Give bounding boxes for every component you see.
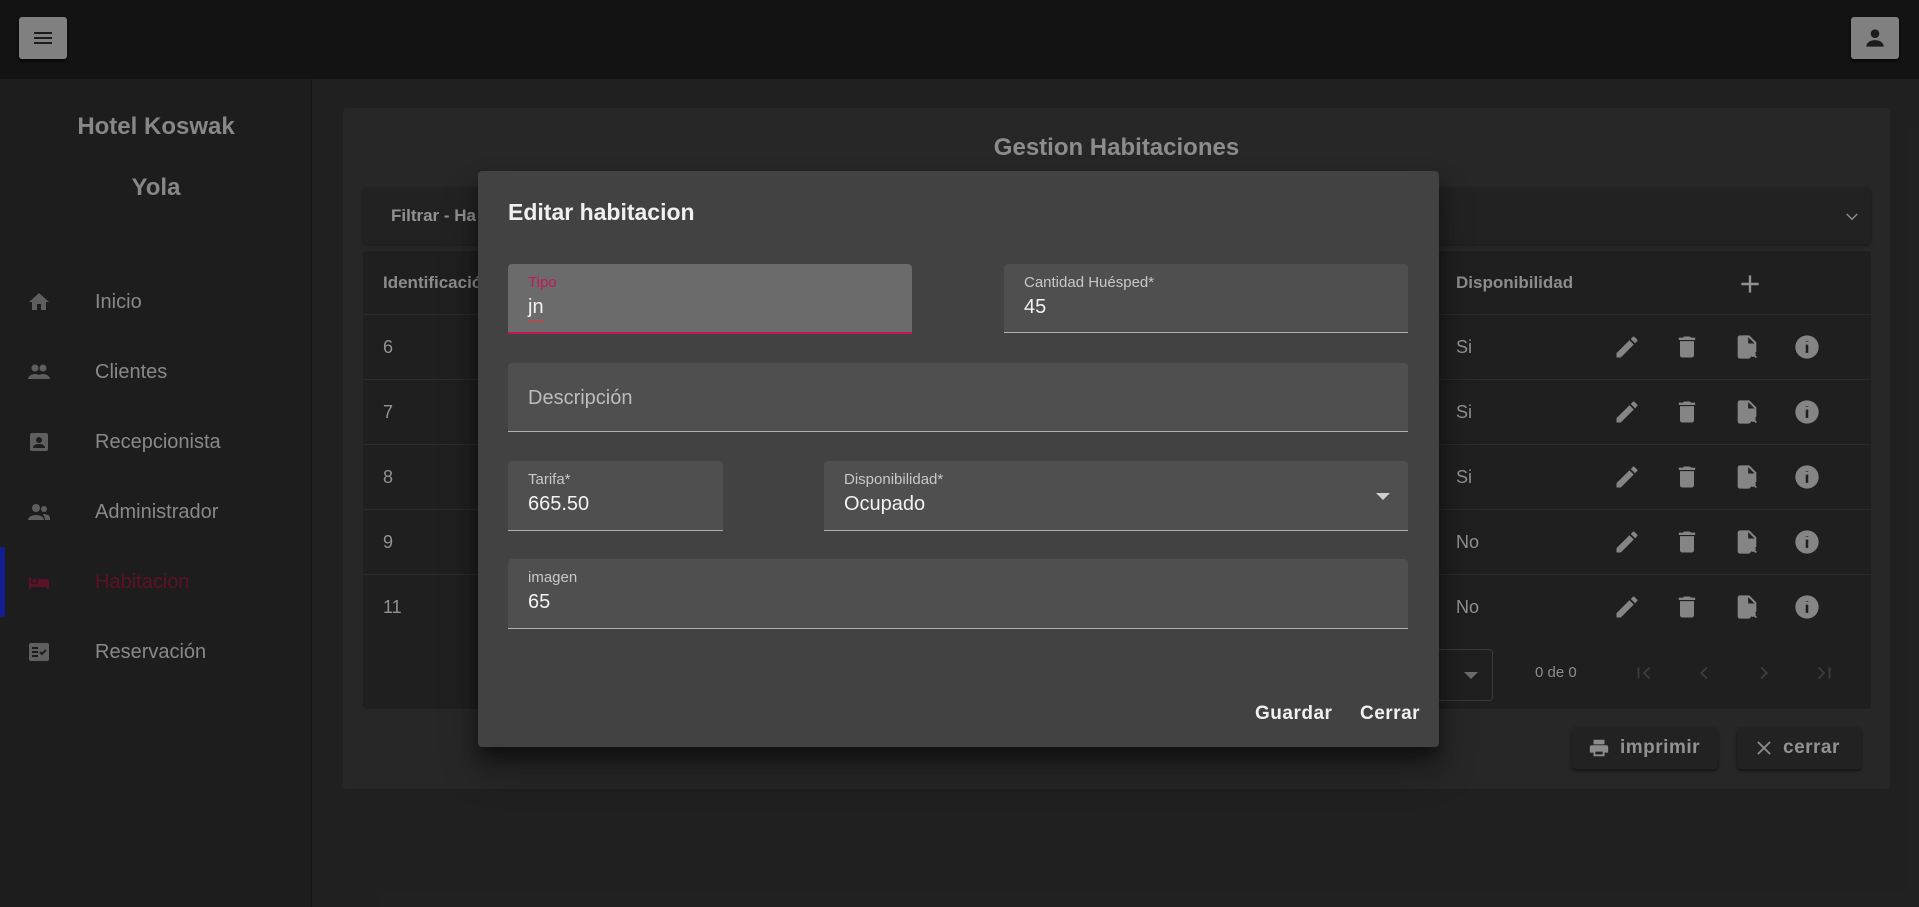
close-dialog-button[interactable]: Cerrar [1360,703,1420,725]
tipo-value: jn [528,296,544,318]
edit-room-dialog: Editar habitacion Tipo jn Cantidad Huésp… [478,171,1439,747]
spellcheck-underline [529,319,543,322]
imagen-value: 65 [528,591,551,613]
dialog-title: Editar habitacion [508,199,695,225]
cantidad-value: 45 [1024,296,1047,318]
imagen-field[interactable]: imagen 65 [508,559,1408,629]
descripcion-placeholder: Descripción [528,387,633,409]
disponibilidad-label: Disponibilidad* [844,471,944,488]
tipo-field[interactable]: Tipo jn [508,264,912,334]
tarifa-field[interactable]: Tarifa* 665.50 [508,461,723,531]
tarifa-value: 665.50 [528,493,590,515]
disponibilidad-value: Ocupado [844,493,926,515]
save-button[interactable]: Guardar [1255,703,1332,725]
imagen-label: imagen [528,569,578,586]
cantidad-huesped-field[interactable]: Cantidad Huésped* 45 [1004,264,1408,333]
tarifa-label: Tarifa* [528,471,571,488]
tipo-label: Tipo [528,274,557,291]
disponibilidad-select[interactable]: Disponibilidad* Ocupado [824,461,1408,531]
descripcion-field[interactable]: Descripción [508,363,1408,432]
cantidad-label: Cantidad Huésped* [1024,274,1155,291]
dropdown-arrow-icon [1376,493,1390,500]
